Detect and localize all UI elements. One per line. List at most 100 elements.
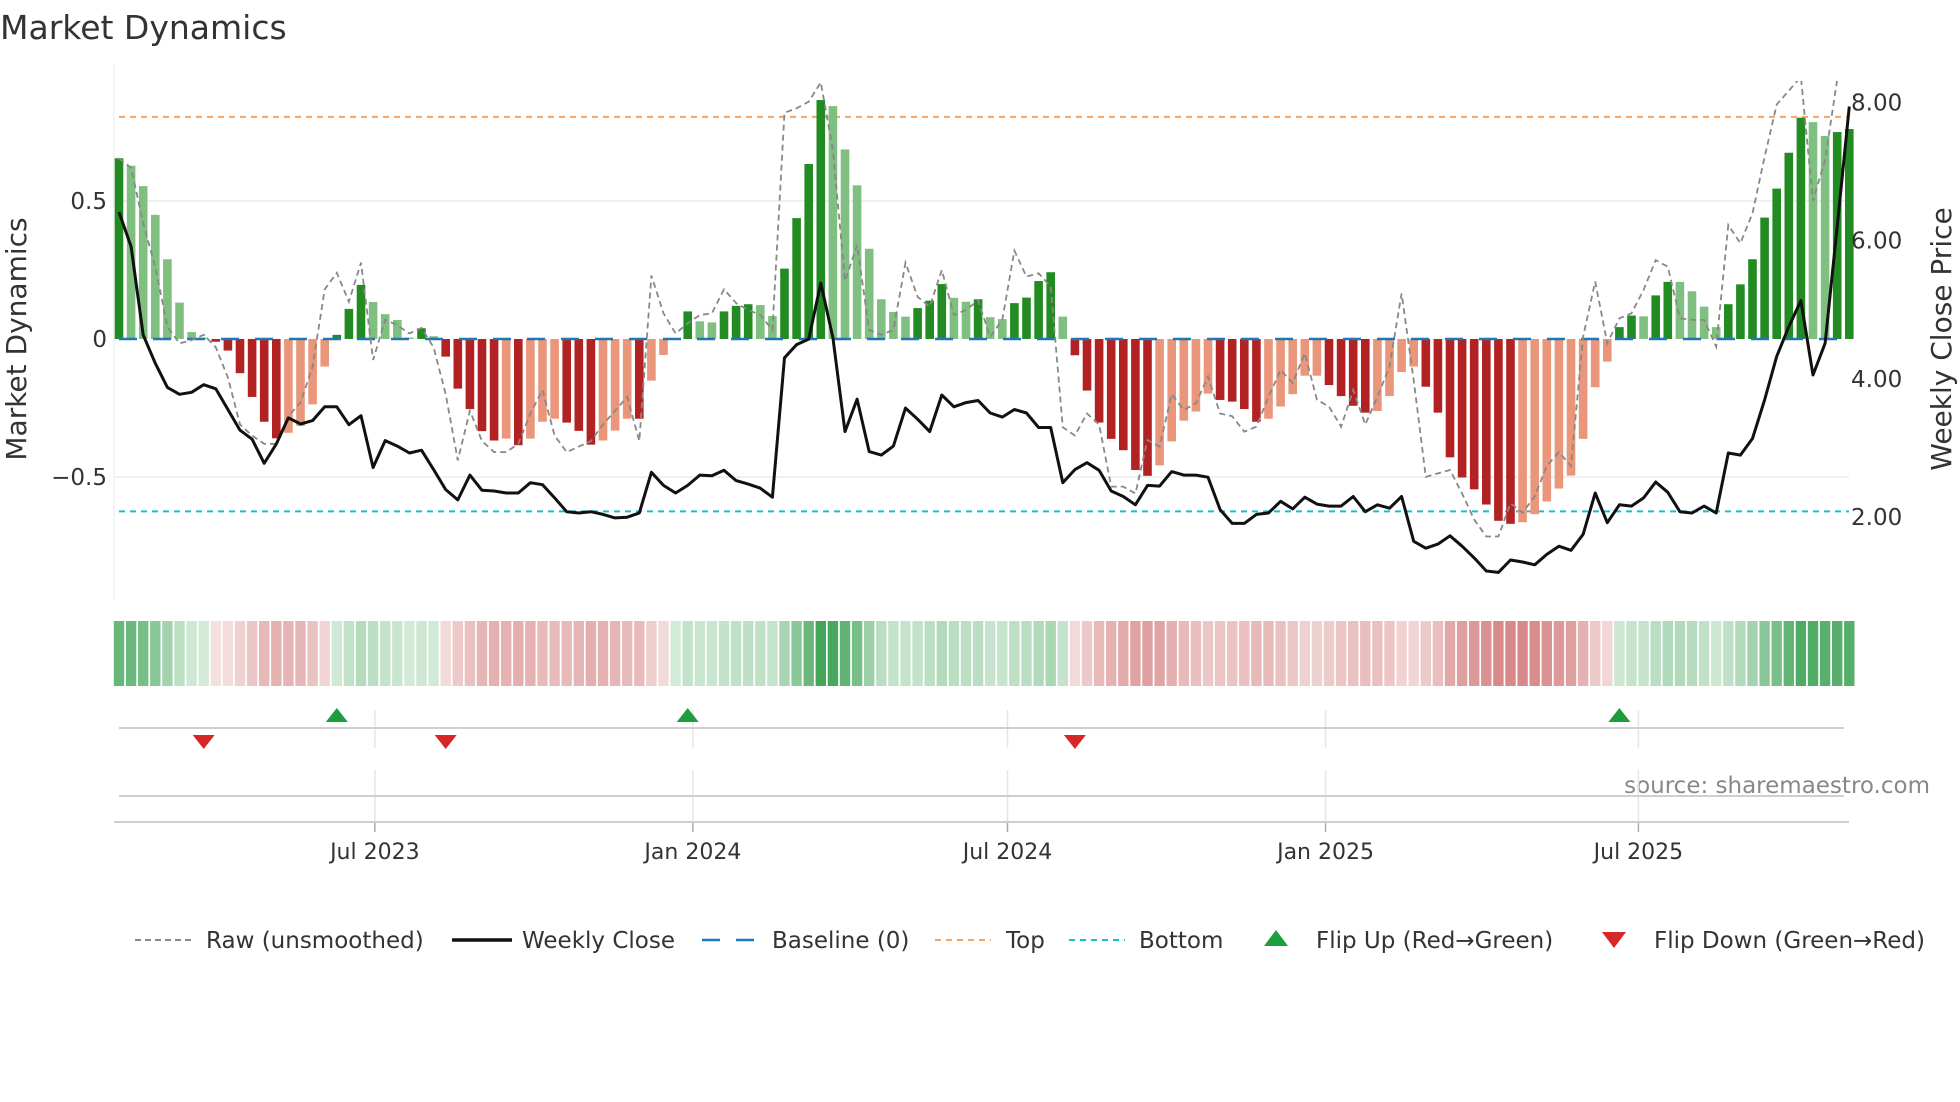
dynamics-bar <box>647 338 656 381</box>
x-tick-label: Jul 2023 <box>328 840 420 865</box>
heat-strip-cell <box>779 621 790 686</box>
heat-strip-cell <box>972 621 984 686</box>
heat-strip-cell <box>997 621 1008 686</box>
flip-up-marker <box>1608 708 1631 722</box>
heat-strip-cell <box>259 621 270 686</box>
chart-title: Market Dynamics <box>0 8 287 47</box>
dynamics-bar <box>1421 338 1431 387</box>
dynamics-bar <box>756 305 765 339</box>
dynamics-bar <box>1566 338 1576 476</box>
heat-strip-cell <box>670 621 681 686</box>
heat-strip-cell <box>900 621 911 686</box>
heat-strip-cell <box>1384 621 1395 686</box>
dynamics-bar <box>610 338 620 431</box>
dynamics-bar <box>344 308 354 339</box>
dynamics-bar <box>1348 338 1358 406</box>
dynamics-bar <box>1070 338 1080 356</box>
legend-label: Top <box>1005 928 1045 954</box>
dynamics-bar <box>526 338 535 439</box>
dynamics-bar <box>1578 338 1588 439</box>
heat-strip-cell <box>851 621 863 686</box>
heat-strip-cell <box>1142 621 1153 686</box>
heat-strip-cell <box>743 621 754 686</box>
heat-strip-cell <box>1202 621 1214 686</box>
dynamics-bar <box>538 338 547 422</box>
dynamics-bar <box>380 314 390 339</box>
legend-flip-up-icon <box>1264 930 1288 946</box>
dynamics-bar <box>1554 338 1564 489</box>
heat-strip-cell <box>1517 621 1528 686</box>
dynamics-bar <box>1215 338 1225 400</box>
heat-strip-cell <box>924 621 935 686</box>
dynamics-bar <box>1457 338 1467 478</box>
dynamics-bar <box>1663 281 1673 339</box>
dynamics-bar <box>550 338 559 419</box>
heat-strip-cell <box>1735 621 1746 686</box>
dynamics-bar <box>1724 304 1733 339</box>
heat-strip-cell <box>150 621 161 686</box>
heat-strip-cell <box>682 621 693 686</box>
heat-strip-cell <box>755 621 766 686</box>
dynamics-bar <box>913 308 922 339</box>
dynamics-bar <box>1300 338 1310 376</box>
dynamics-bar <box>1119 338 1128 451</box>
dynamics-bar <box>864 248 874 339</box>
dynamics-bar <box>780 268 789 339</box>
dynamics-bar <box>1010 303 1019 339</box>
dynamics-bar <box>247 338 257 397</box>
heat-strip-cell <box>174 621 185 686</box>
heat-strip-cell <box>573 621 584 686</box>
dynamics-bar <box>1639 316 1648 339</box>
y2-tick-label: 8.00 <box>1851 91 1902 117</box>
heat-strip-cell <box>1287 621 1298 686</box>
legend-flip-down-icon <box>1602 932 1626 948</box>
heat-strip-cell <box>271 621 282 686</box>
dynamics-bar <box>1373 338 1382 411</box>
x-tick-label: Jul 2025 <box>1592 840 1684 865</box>
dynamics-bar <box>1675 281 1685 339</box>
dynamics-bar <box>1227 338 1237 402</box>
dynamics-bar <box>961 301 971 339</box>
dynamics-bar <box>1651 295 1660 339</box>
heat-strip-cell <box>1360 621 1371 686</box>
heat-strip-cell <box>1602 621 1613 686</box>
heat-strip-cell <box>513 621 524 686</box>
dynamics-bar <box>719 311 729 339</box>
dynamics-bar <box>514 338 523 446</box>
y-axis-label: Market Dynamics <box>0 217 33 460</box>
heat-strip-cell <box>392 621 403 686</box>
heat-strip-cell <box>827 621 839 686</box>
heat-strip-cell <box>1214 621 1226 686</box>
heat-strip-cell <box>1432 621 1444 686</box>
heat-strip-cell <box>1662 621 1673 686</box>
dynamics-bar <box>1699 306 1709 339</box>
heat-strip-cell <box>864 621 875 686</box>
heat-strip-cell <box>1650 621 1661 686</box>
heat-strip-cell <box>1263 621 1274 686</box>
dynamics-bar <box>1711 327 1721 339</box>
dynamics-bar <box>151 214 160 339</box>
heat-strip-cell <box>1614 621 1625 686</box>
dynamics-bar <box>562 338 571 423</box>
heat-strip-cell <box>1130 621 1141 686</box>
heat-strip-cell <box>1759 621 1770 686</box>
heat-strip-cell <box>1408 621 1419 686</box>
x-tick-label: Jan 2024 <box>642 840 741 865</box>
heat-strip-cell <box>622 621 633 686</box>
dynamics-bar <box>1324 338 1334 386</box>
heat-strip-cell <box>1626 621 1637 686</box>
dynamics-bar <box>477 338 487 432</box>
dynamics-bar <box>1736 284 1745 339</box>
heat-strip-cell <box>609 621 621 686</box>
heat-strip-cell <box>210 621 221 686</box>
heat-strip-cell <box>452 621 463 686</box>
legend-label: Flip Up (Red→Green) <box>1316 928 1553 954</box>
heat-strip-cell <box>488 621 500 686</box>
heat-strip-cell <box>1372 621 1383 686</box>
heat-strip-cell <box>1154 621 1165 686</box>
dynamics-bar <box>1094 338 1104 423</box>
heat-strip-cell <box>1178 621 1189 686</box>
heat-strip-cell <box>222 621 234 686</box>
heat-strip-cell <box>1045 621 1056 686</box>
heat-strip-cell <box>283 621 294 686</box>
